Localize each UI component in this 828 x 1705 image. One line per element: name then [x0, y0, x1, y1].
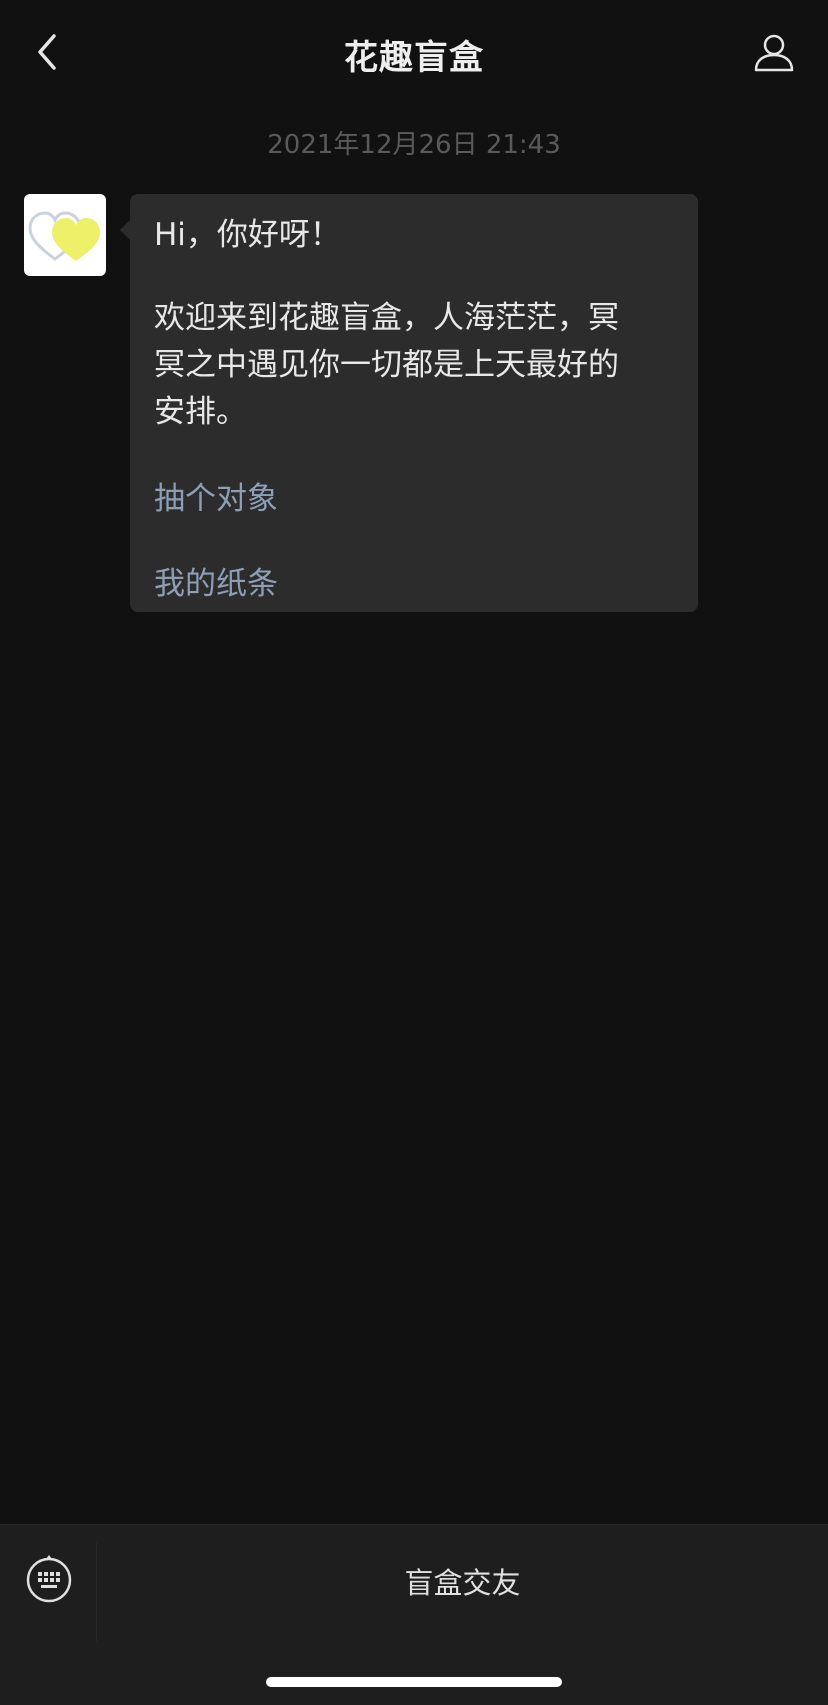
home-indicator[interactable]: [266, 1677, 562, 1687]
message-greeting: Hi，你好呀！: [154, 217, 341, 253]
hearts-logo-icon: [28, 211, 100, 261]
message-welcome: 欢迎来到花趣盲盒，人海茫茫，冥 冥之中遇见你一切都是上天最好的 安排。: [154, 295, 674, 436]
message-timestamp: 2021年12月26日 21:43: [267, 130, 561, 160]
welcome-line: 欢迎来到花趣盲盒，人海茫茫，冥: [154, 300, 619, 336]
bubble-tail: [120, 220, 130, 240]
avatar[interactable]: [24, 194, 106, 276]
keyboard-toggle-button[interactable]: [24, 1555, 74, 1605]
draw-partner-link[interactable]: 抽个对象: [154, 476, 674, 523]
blind-box-dating-menu[interactable]: 盲盒交友: [97, 1553, 828, 1609]
page-title: 花趣盲盒: [344, 38, 484, 78]
message-bubble: Hi，你好呀！ 欢迎来到花趣盲盒，人海茫茫，冥 冥之中遇见你一切都是上天最好的 …: [120, 194, 698, 612]
welcome-line: 安排。: [154, 394, 247, 430]
user-icon: [754, 34, 794, 72]
my-notes-link[interactable]: 我的纸条: [154, 561, 674, 608]
welcome-line: 冥之中遇见你一切都是上天最好的: [154, 347, 619, 383]
keyboard-icon: [26, 1555, 72, 1603]
nav-bar: 花趣盲盒: [0, 0, 828, 104]
profile-button[interactable]: [744, 24, 804, 80]
